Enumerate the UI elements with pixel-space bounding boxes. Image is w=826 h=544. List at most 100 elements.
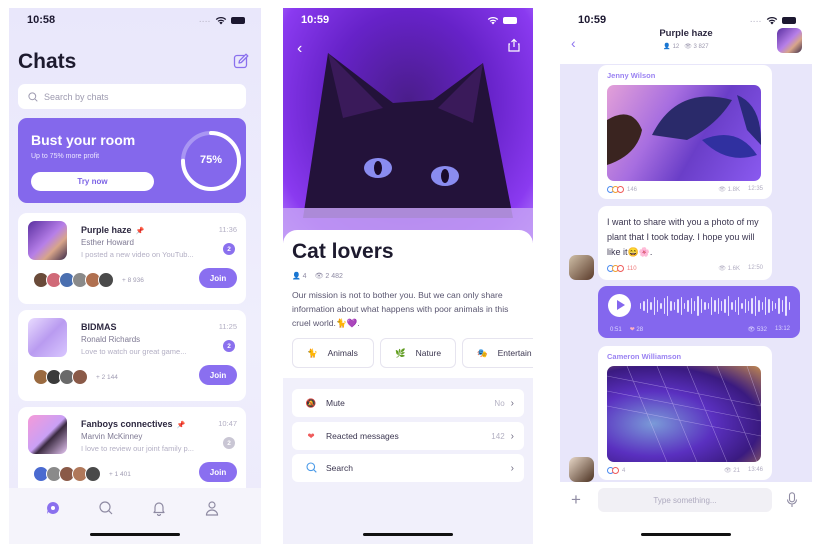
join-button[interactable]: Join (199, 462, 237, 482)
chat-stats: 👤 12 👁 3 827 (663, 44, 709, 50)
avatar (72, 369, 88, 385)
search-setting[interactable]: Search › (292, 454, 524, 482)
bell-slash-icon: 🔕 (305, 397, 317, 408)
bell-icon[interactable] (151, 500, 167, 516)
waveform-bar (731, 302, 733, 310)
wifi-icon (487, 16, 499, 24)
waveform-bar (758, 300, 760, 312)
chat-time: 10:47 (218, 419, 237, 428)
chat-author: Ronald Richards (81, 335, 141, 344)
nature-icon: 🌿 (395, 347, 406, 358)
unread-badge: 2 (223, 340, 235, 352)
message-bubble: Cameron Williamson 4 👁 21 13:46 (598, 346, 772, 480)
group-info-screen: 10:59 ‹ Cat lovers 👤 4 👁 2 482 Our missi… (283, 8, 533, 544)
status-bar: 10:58 .... (9, 12, 261, 28)
waveform-bar (687, 300, 689, 312)
views-count: 👁 21 (724, 468, 740, 474)
chat-list-item[interactable]: Fanboys connectives 📌 Marvin McKinney I l… (18, 407, 246, 498)
members-count: + 8 936 (122, 276, 144, 284)
waveform-bar (667, 296, 669, 316)
waveform-bar (700, 299, 703, 313)
category-chip[interactable]: 🐈 Animals (292, 338, 374, 368)
try-now-button[interactable]: Try now (31, 172, 154, 191)
chat-list-item[interactable]: BIDMAS Ronald Richards Love to watch our… (18, 310, 246, 401)
battery-icon (231, 16, 245, 24)
battery-icon (782, 16, 796, 24)
group-avatar[interactable] (777, 28, 802, 53)
sender-name: Jenny Wilson (607, 71, 656, 80)
edit-icon[interactable] (233, 53, 249, 69)
voice-duration: 0:51 (610, 326, 622, 333)
attach-button[interactable]: + (571, 490, 581, 510)
message-time: 12:35 (747, 186, 763, 192)
home-indicator (641, 533, 731, 536)
chat-title: Purple haze (659, 28, 713, 39)
waveform-bar (707, 303, 709, 309)
mute-setting[interactable]: 🔕 Mute No › (292, 389, 524, 417)
microphone-icon[interactable] (786, 492, 798, 508)
waveform-bar (751, 298, 753, 314)
waveform-bar (643, 301, 645, 311)
waveform-bar (697, 296, 699, 316)
heart-icon: ❤ (307, 430, 315, 441)
views-count: 👁 532 (747, 327, 767, 333)
waveform-bar (704, 302, 706, 310)
group-description: Our mission is not to bother you. But we… (292, 290, 509, 328)
chat-preview: I posted a new video on YouTub... (81, 250, 194, 259)
members-stat: 👤 4 (292, 273, 307, 280)
message-time: 12:50 (747, 265, 763, 271)
waveform-bar (690, 298, 692, 314)
chat-header: 10:59 .... ‹ Purple haze 👤 12 👁 3 827 (560, 8, 812, 64)
waveform-bar (710, 297, 713, 315)
waveform-bar (744, 299, 746, 313)
message-bubble: I want to share with you a photo of my p… (598, 206, 772, 280)
chat-thumbnail (28, 415, 67, 454)
waveform-bar (724, 299, 726, 313)
waveform-bar (656, 300, 659, 312)
home-indicator (363, 533, 453, 536)
search-icon (28, 91, 38, 102)
status-bar: 10:59 .... (560, 12, 812, 28)
voice-message: 0:51 ❤ 28 👁 532 13:12 (598, 286, 800, 338)
profile-icon[interactable] (204, 500, 220, 516)
waveform-bar (721, 301, 723, 311)
category-chip[interactable]: 🎭 Entertain (462, 338, 533, 368)
reactions-icon (607, 186, 624, 193)
chats-icon[interactable] (45, 500, 61, 516)
waveform-bar (754, 296, 757, 316)
avatar (85, 466, 101, 482)
search-icon[interactable] (98, 500, 114, 516)
unread-badge: 2 (223, 243, 235, 255)
join-button[interactable]: Join (199, 268, 237, 288)
plant-photo[interactable] (607, 85, 761, 181)
category-chip[interactable]: 🌿 Nature (380, 338, 456, 368)
waveform-bar (640, 303, 642, 309)
chat-name: BIDMAS (81, 322, 117, 332)
join-button[interactable]: Join (199, 365, 237, 385)
voice-meta: 0:51 ❤ 28 👁 532 13:12 (610, 326, 790, 333)
back-button[interactable]: ‹ (297, 40, 302, 58)
signal-icon: .... (199, 16, 211, 24)
chat-name: Fanboys connectives 📌 (81, 419, 186, 429)
waveform[interactable] (640, 295, 790, 317)
waveform-bar (673, 302, 676, 310)
status-time: 10:59 (301, 14, 330, 26)
chat-list-item[interactable]: Purple haze 📌 Esther Howard I posted a ne… (18, 213, 246, 304)
search-input[interactable]: Search by chats (18, 84, 246, 109)
waveform-bar (660, 303, 662, 309)
chat-preview: I love to review our joint family p... (81, 444, 194, 453)
play-button[interactable] (608, 294, 631, 317)
sender-name: Cameron Williamson (607, 352, 682, 361)
message-input[interactable]: Type something... (598, 488, 772, 512)
reacted-messages-setting[interactable]: ❤ Reacted messages 142 › (292, 422, 524, 450)
share-icon[interactable] (507, 38, 521, 52)
promo-banner: Bust your room Up to 75% more profit Try… (18, 118, 246, 203)
reactions-icon (607, 467, 619, 474)
sender-avatar[interactable] (569, 255, 594, 280)
home-indicator (90, 533, 180, 536)
progress-label: 75% (199, 154, 223, 166)
chat-author: Esther Howard (81, 238, 134, 247)
architecture-photo[interactable] (607, 366, 761, 462)
sender-avatar[interactable] (569, 457, 594, 482)
message-composer: + Type something... (560, 482, 812, 544)
